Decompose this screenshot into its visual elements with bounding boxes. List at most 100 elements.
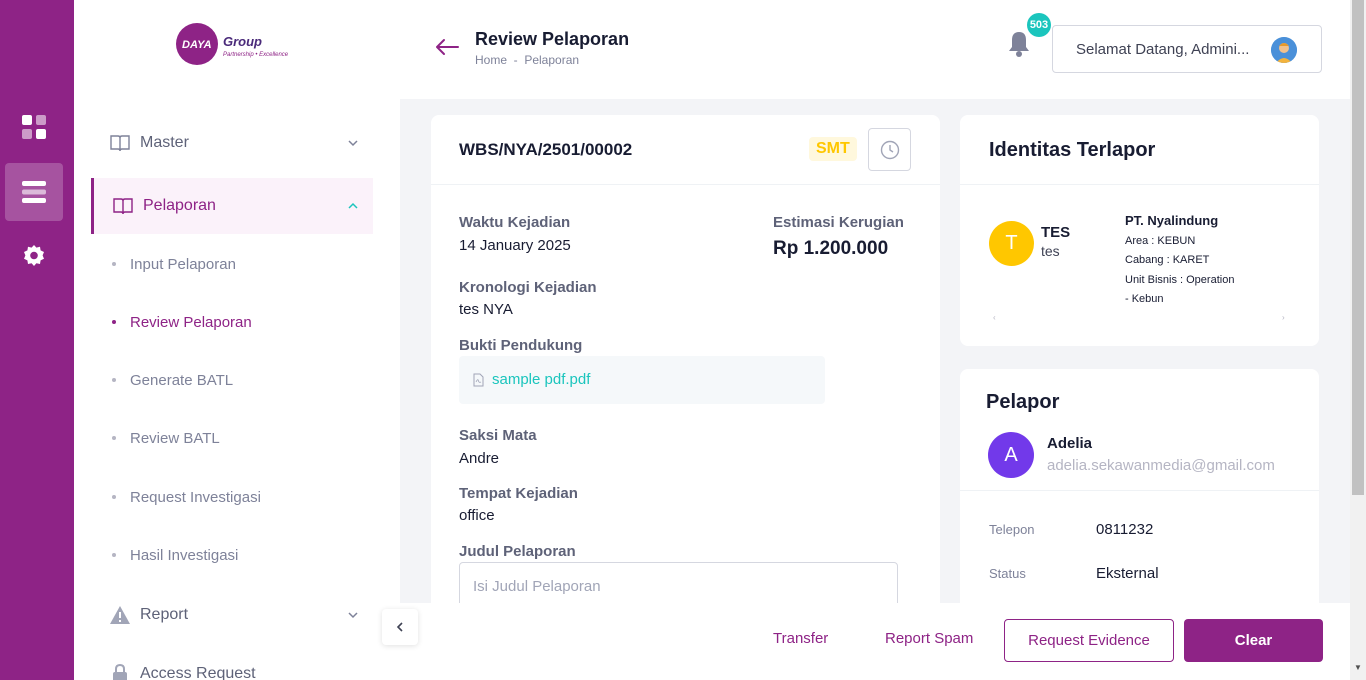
- status-badge: SMT: [809, 137, 857, 161]
- back-arrow-icon[interactable]: [434, 36, 460, 58]
- history-button[interactable]: [868, 128, 911, 171]
- pelapor-title: Pelapor: [986, 391, 1060, 413]
- sidebar-item-access-request[interactable]: Access Request: [91, 646, 373, 680]
- request-evidence-button[interactable]: Request Evidence: [1004, 619, 1174, 662]
- sidebar-subitem-hasil-investigasi[interactable]: Hasil Investigasi: [112, 543, 238, 567]
- sidebar-subitem-review-pelaporan[interactable]: Review Pelaporan: [112, 310, 252, 334]
- pelapor-avatar: A: [988, 432, 1034, 478]
- terlapor-cabang: Cabang : KARET: [1125, 254, 1210, 266]
- carousel-prev-indicator[interactable]: ‹: [993, 313, 996, 322]
- terlapor-area: Area : KEBUN: [1125, 235, 1196, 247]
- terlapor-company: PT. Nyalindung: [1125, 213, 1219, 228]
- chevron-left-icon: [396, 622, 403, 632]
- pelapor-card: Pelapor A Adelia adelia.sekawanmedia@gma…: [960, 369, 1319, 619]
- rail-settings-button[interactable]: [5, 227, 63, 285]
- scroll-down-arrow-icon[interactable]: ▼: [1352, 662, 1364, 674]
- report-spam-button[interactable]: Report Spam: [885, 630, 973, 647]
- subitem-label: Generate BATL: [130, 371, 234, 389]
- rail-dashboard-button[interactable]: [5, 98, 63, 156]
- rail-menu-button[interactable]: [5, 163, 63, 221]
- user-greeting: Selamat Datang, Admini...: [1076, 41, 1250, 58]
- subitem-label: Request Investigasi: [130, 488, 261, 506]
- subitem-label: Review Pelaporan: [130, 313, 252, 331]
- company-logo: DAYA Group Partnership • Excellence: [176, 20, 308, 68]
- subitem-label: Hasil Investigasi: [130, 546, 239, 564]
- tempat-kejadian-value: office: [459, 507, 495, 524]
- pelapor-name: Adelia: [1047, 435, 1093, 452]
- telepon-label: Telepon: [989, 522, 1035, 537]
- notification-bell-icon[interactable]: [1006, 30, 1032, 58]
- svg-text:DAYA: DAYA: [182, 39, 212, 51]
- terlapor-subname: tes: [1041, 243, 1060, 259]
- bukti-pendukung-label: Bukti Pendukung: [459, 337, 583, 354]
- tempat-kejadian-label: Tempat Kejadian: [459, 485, 578, 502]
- card-divider: [431, 184, 940, 185]
- menu-list-icon: [22, 181, 46, 203]
- terlapor-unit-bisnis: Unit Bisnis : Operation: [1125, 274, 1235, 286]
- chevron-down-icon: [348, 612, 358, 619]
- svg-text:Group: Group: [223, 34, 262, 49]
- saksi-mata-label: Saksi Mata: [459, 427, 537, 444]
- warning-triangle-icon: [110, 606, 130, 624]
- telepon-value: 0811232: [1096, 521, 1154, 538]
- terlapor-name: TES: [1041, 224, 1071, 241]
- lock-icon: [113, 663, 127, 680]
- kronologi-value: tes NYA: [459, 301, 513, 318]
- page-title: Review Pelaporan: [475, 29, 630, 49]
- svg-text:Partnership • Excellence: Partnership • Excellence: [223, 52, 289, 58]
- user-menu-button[interactable]: Selamat Datang, Admini...: [1052, 25, 1322, 73]
- attachment-filename-link[interactable]: sample pdf.pdf: [492, 371, 590, 388]
- chevron-up-icon: [348, 202, 358, 209]
- bullet-dot: [112, 495, 116, 499]
- sidebar-subitem-review-batl[interactable]: Review BATL: [112, 426, 220, 450]
- carousel-next-indicator[interactable]: ›: [1282, 313, 1285, 322]
- pdf-file-icon: [473, 373, 484, 387]
- report-detail-card: WBS/NYA/2501/00002 SMT Waktu Kejadian 14…: [431, 115, 940, 615]
- sidebar-subitem-request-investigasi[interactable]: Request Investigasi: [112, 485, 261, 509]
- sidebar-item-master[interactable]: Master: [91, 115, 373, 171]
- clock-history-icon: [880, 140, 899, 159]
- kronologi-label: Kronologi Kejadian: [459, 279, 597, 296]
- card-divider: [960, 184, 1319, 185]
- collapse-sidebar-button[interactable]: [382, 609, 418, 645]
- sidebar-subitem-generate-batl[interactable]: Generate BATL: [112, 368, 233, 392]
- dashboard-grid-icon: [22, 115, 46, 139]
- estimasi-kerugian-value: Rp 1.200.000: [773, 238, 889, 259]
- card-divider: [960, 490, 1319, 491]
- bullet-dot: [112, 436, 116, 440]
- sidebar-item-label: Pelaporan: [143, 197, 216, 214]
- book-icon: [110, 135, 130, 152]
- sidebar: DAYA Group Partnership • Excellence Mast…: [74, 0, 400, 680]
- waktu-kejadian-label: Waktu Kejadian: [459, 214, 571, 231]
- sidebar-item-label: Master: [140, 134, 189, 151]
- attachment-item[interactable]: sample pdf.pdf: [459, 356, 825, 404]
- identitas-terlapor-title: Identitas Terlapor: [989, 139, 1156, 161]
- transfer-button[interactable]: Transfer: [773, 630, 828, 647]
- status-label: Status: [989, 566, 1026, 581]
- bullet-dot: [112, 553, 116, 557]
- clear-button[interactable]: Clear: [1184, 619, 1323, 662]
- estimasi-kerugian-label: Estimasi Kerugian: [773, 214, 904, 231]
- terlapor-unit-bisnis-cont: - Kebun: [1125, 293, 1164, 305]
- terlapor-avatar: T: [989, 221, 1034, 266]
- identitas-terlapor-card: Identitas Terlapor T TES tes PT. Nyalind…: [960, 115, 1319, 346]
- bullet-dot: [112, 378, 116, 382]
- subitem-label: Review BATL: [130, 429, 220, 447]
- sidebar-item-label: Access Request: [140, 665, 256, 680]
- scrollbar-thumb[interactable]: [1352, 0, 1364, 495]
- pelapor-email: adelia.sekawanmedia@gmail.com: [1047, 457, 1275, 474]
- book-open-icon: [113, 198, 133, 215]
- notification-count-badge: 503: [1027, 13, 1051, 37]
- subitem-label: Input Pelaporan: [130, 255, 236, 273]
- user-avatar: [1271, 37, 1297, 63]
- saksi-mata-value: Andre: [459, 450, 500, 467]
- chevron-down-icon: [348, 140, 358, 147]
- breadcrumb: Home - Pelaporan: [475, 53, 580, 67]
- waktu-kejadian-value: 14 January 2025: [459, 237, 571, 254]
- sidebar-item-label: Report: [140, 606, 189, 623]
- settings-gear-icon: [24, 245, 44, 266]
- sidebar-item-report[interactable]: Report: [91, 587, 373, 643]
- sidebar-subitem-input-pelaporan[interactable]: Input Pelaporan: [112, 252, 236, 276]
- status-value: Eksternal: [1096, 565, 1159, 582]
- sidebar-item-pelaporan[interactable]: Pelaporan: [91, 178, 373, 234]
